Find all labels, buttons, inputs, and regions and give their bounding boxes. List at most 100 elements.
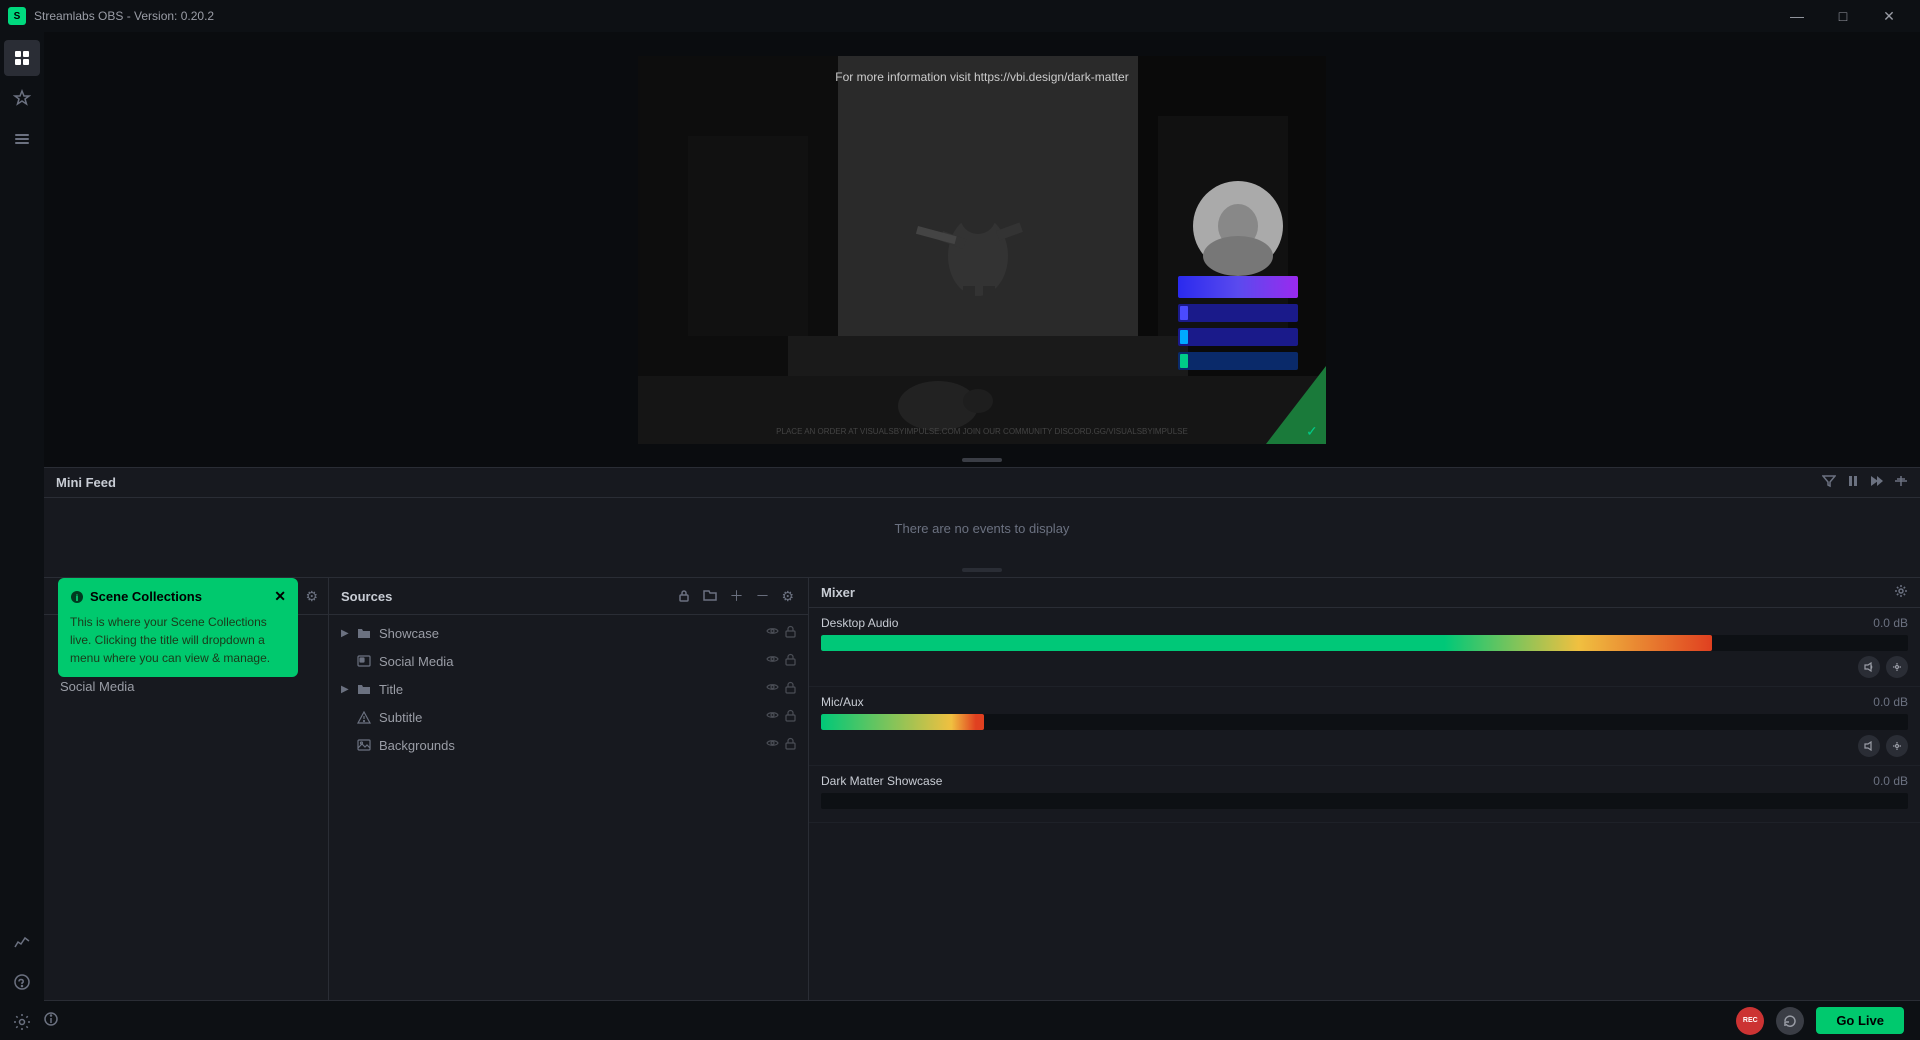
bottom-bar-right: REC Go Live xyxy=(1736,1007,1904,1035)
mixer-channel-dark-matter: Dark Matter Showcase 0.0 dB xyxy=(809,766,1920,823)
svg-text:For more information visit htt: For more information visit https://vbi.d… xyxy=(835,70,1128,84)
source-name: Social Media xyxy=(379,654,766,669)
tooltip-close-button[interactable]: ✕ xyxy=(274,588,286,605)
filter-icon[interactable] xyxy=(1822,474,1836,491)
mini-feed-controls xyxy=(1822,474,1908,491)
titlebar: S Streamlabs OBS - Version: 0.20.2 — □ ✕ xyxy=(0,0,1920,32)
sources-panel: Sources ＋ xyxy=(329,578,809,1040)
mixer-channel-desktop-audio: Desktop Audio 0.0 dB xyxy=(809,608,1920,687)
sidebar-item-home[interactable] xyxy=(4,40,40,76)
preview-background: For more information visit https://vbi.d… xyxy=(638,56,1326,444)
scene-item[interactable]: Social Media xyxy=(44,673,328,700)
mixer-header: Mixer xyxy=(809,578,1920,608)
mixer-bar-fill xyxy=(821,714,984,730)
source-name: Title xyxy=(379,682,766,697)
source-item-social-media[interactable]: Social Media xyxy=(329,647,808,675)
source-lock-icon[interactable] xyxy=(785,625,796,641)
sources-settings-button[interactable]: ⚙ xyxy=(779,586,796,607)
channel-name: Mic/Aux xyxy=(821,695,864,709)
source-name: Backgrounds xyxy=(379,738,766,753)
settings-button[interactable] xyxy=(1886,735,1908,757)
source-lock-icon[interactable] xyxy=(785,737,796,753)
mixer-channel-header: Desktop Audio 0.0 dB xyxy=(821,616,1908,630)
tooltip-title: Scene Collections xyxy=(90,589,202,604)
channel-name: Dark Matter Showcase xyxy=(821,774,942,788)
preview-canvas: For more information visit https://vbi.d… xyxy=(638,56,1326,444)
source-eye-icon[interactable] xyxy=(766,681,779,697)
app-title: Streamlabs OBS - Version: 0.20.2 xyxy=(34,9,214,23)
source-lock-icon[interactable] xyxy=(785,653,796,669)
mini-feed: Mini Feed xyxy=(44,467,1920,577)
sources-remove-button[interactable]: － xyxy=(753,584,771,608)
source-actions xyxy=(766,653,796,669)
pause-icon[interactable] xyxy=(1846,474,1860,491)
tooltip-title-row: i Scene Collections xyxy=(70,589,202,604)
preview-drag-handle xyxy=(962,458,1002,462)
tooltip-header: i Scene Collections ✕ xyxy=(70,588,286,605)
sidebar-item-scenes[interactable] xyxy=(4,120,40,156)
mute-button[interactable] xyxy=(1858,735,1880,757)
mixer-controls-row xyxy=(821,656,1908,678)
bottom-panels: i Scene Collections ✕ This is where your… xyxy=(44,577,1920,1040)
sidebar xyxy=(0,32,44,1040)
source-actions xyxy=(766,625,796,641)
sidebar-item-help[interactable] xyxy=(4,964,40,1000)
sources-folder-button[interactable] xyxy=(701,586,719,607)
source-eye-icon[interactable] xyxy=(766,653,779,669)
mixer-panel: Mixer Desktop Audio 0.0 dB xyxy=(809,578,1920,1040)
source-eye-icon[interactable] xyxy=(766,737,779,753)
record-label: REC xyxy=(1743,1017,1758,1024)
scenes-settings-button[interactable]: ⚙ xyxy=(303,586,320,607)
channel-db: 0.0 dB xyxy=(1873,774,1908,788)
maximize-button[interactable]: □ xyxy=(1820,0,1866,32)
preview-area: For more information visit https://vbi.d… xyxy=(44,32,1920,467)
logo-letter: S xyxy=(14,11,21,22)
sidebar-item-themes[interactable] xyxy=(4,80,40,116)
minimize-button[interactable]: — xyxy=(1774,0,1820,32)
titlebar-left: S Streamlabs OBS - Version: 0.20.2 xyxy=(8,7,214,25)
sources-lock-button[interactable] xyxy=(675,586,693,607)
skip-icon[interactable] xyxy=(1870,474,1884,491)
mute-icon[interactable] xyxy=(1894,474,1908,491)
scenes-panel: i Scene Collections ✕ This is where your… xyxy=(44,578,329,1040)
go-live-button[interactable]: Go Live xyxy=(1816,1007,1904,1034)
record-button[interactable]: REC xyxy=(1736,1007,1764,1035)
source-actions xyxy=(766,681,796,697)
replay-button[interactable] xyxy=(1776,1007,1804,1035)
source-lock-icon[interactable] xyxy=(785,709,796,725)
mixer-controls-row xyxy=(821,735,1908,757)
app-logo: S xyxy=(8,7,26,25)
source-actions xyxy=(766,709,796,725)
source-lock-icon[interactable] xyxy=(785,681,796,697)
settings-button[interactable] xyxy=(1886,656,1908,678)
source-item-title[interactable]: ▶ Title xyxy=(329,675,808,703)
mini-feed-content: There are no events to display xyxy=(44,498,1920,558)
content-area: For more information visit https://vbi.d… xyxy=(44,32,1920,1040)
mixer-settings-button[interactable] xyxy=(1894,584,1908,601)
mute-button[interactable] xyxy=(1858,656,1880,678)
mixer-bar-container xyxy=(821,793,1908,809)
source-item-showcase[interactable]: ▶ Showcase xyxy=(329,619,808,647)
window-controls: — □ ✕ xyxy=(1774,0,1912,32)
source-name: Showcase xyxy=(379,626,766,641)
sidebar-item-settings[interactable] xyxy=(4,1004,40,1040)
source-item-backgrounds[interactable]: Backgrounds xyxy=(329,731,808,759)
main-layout: For more information visit https://vbi.d… xyxy=(0,32,1920,1040)
source-eye-icon[interactable] xyxy=(766,625,779,641)
mini-feed-header: Mini Feed xyxy=(44,468,1920,498)
mixer-bar-fill xyxy=(821,635,1712,651)
close-button[interactable]: ✕ xyxy=(1866,0,1912,32)
source-item-subtitle[interactable]: Subtitle xyxy=(329,703,808,731)
info-icon[interactable] xyxy=(44,1012,58,1029)
source-actions xyxy=(766,737,796,753)
svg-text:✓: ✓ xyxy=(1306,423,1318,439)
sources-header: Sources ＋ xyxy=(329,578,808,615)
sources-title: Sources xyxy=(341,589,392,604)
no-events-text: There are no events to display xyxy=(895,521,1070,536)
alert-icon xyxy=(355,708,373,726)
source-eye-icon[interactable] xyxy=(766,709,779,725)
sources-add-button[interactable]: ＋ xyxy=(727,584,745,608)
scene-collections-tooltip: i Scene Collections ✕ This is where your… xyxy=(58,578,298,677)
game-scene-svg: For more information visit https://vbi.d… xyxy=(638,56,1326,444)
sidebar-item-stats[interactable] xyxy=(4,924,40,960)
